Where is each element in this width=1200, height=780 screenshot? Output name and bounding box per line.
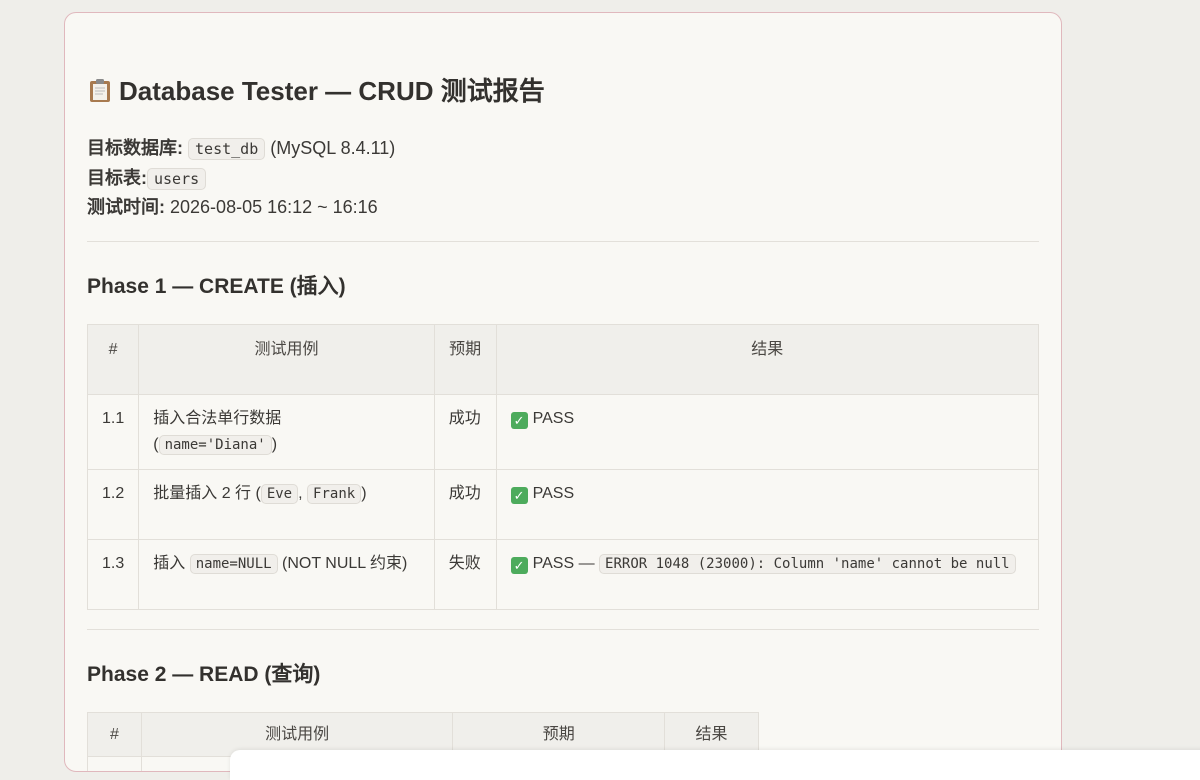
table-row: 1.2 批量插入 2 行 (Eve, Frank) 成功 ✓ PASS [86,468,1040,540]
row-num [87,755,142,771]
time-label: 测试时间: [87,197,165,217]
meta-table-line: 目标表: users [87,164,1039,194]
case-paren-close: ) [361,484,367,502]
case-text: 批量插入 2 行 ( [153,484,261,502]
table-row: 1.1 插入合法单行数据 (name='Diana') 成功 ✓ PASS [86,393,1040,470]
case-code: Frank [307,483,362,504]
header-result: 结果 [495,323,1040,395]
row-expected: 成功 [433,468,497,540]
check-icon: ✓ [510,486,528,504]
meta-db-line: 目标数据库: test_db (MySQL 8.4.11) [87,134,1039,164]
phase1-table: # 测试用例 预期 结果 1.1 插入合法单行数据 (name='Diana') … [86,323,1040,610]
table-name-code: users [147,167,207,190]
report-card: Database Tester — CRUD 测试报告 目标数据库: test_… [64,12,1062,772]
case-code: Eve [260,483,299,504]
header-case: 测试用例 [138,323,435,395]
meta-time-line: 测试时间: 2026-08-05 16:12 ~ 16:16 [87,193,1039,222]
case-text: 插入合法单行数据 [153,409,282,427]
row-case: 插入 name=NULL (NOT NULL 约束) [138,538,435,610]
check-icon: ✓ [510,411,528,429]
header-num: # [87,711,142,757]
report-meta: 目标数据库: test_db (MySQL 8.4.11) 目标表: users … [87,134,1039,222]
row-num: 1.3 [86,538,140,610]
row-expected: 成功 [433,393,497,470]
divider [87,240,1039,242]
header-num: # [86,323,140,395]
case-code: name='Diana' [158,434,272,455]
table-label: 目标表: [87,167,147,188]
result-text: PASS — [532,554,595,572]
row-case: 批量插入 2 行 (Eve, Frank) [138,468,435,540]
case-suffix: (NOT NULL 约束) [282,554,408,572]
case-paren-open: ( [153,435,159,453]
case-text: 插入 [153,554,186,572]
check-icon: ✓ [510,556,528,574]
table-header-row: # 测试用例 预期 结果 [86,323,1040,395]
row-num: 1.1 [86,393,140,470]
row-result: ✓ PASS — ERROR 1048 (23000): Column 'name… [495,538,1040,610]
row-result: ✓ PASS [495,393,1040,470]
result-text: PASS [532,409,575,427]
divider [87,628,1039,630]
row-case: 插入合法单行数据 (name='Diana') [138,393,435,470]
time-value: 2026-08-05 16:12 ~ 16:16 [170,197,378,217]
db-version: (MySQL 8.4.11) [270,138,396,158]
clipboard-icon [87,77,113,103]
db-label: 目标数据库: [87,138,183,158]
phase1-heading: Phase 1 — CREATE (插入) [87,274,346,298]
row-num: 1.2 [86,468,140,540]
result-text: PASS [532,484,575,502]
page-title: Database Tester — CRUD 测试报告 [87,71,1039,108]
case-sep: , [298,484,303,502]
case-paren-close: ) [271,435,278,453]
table-row: 1.3 插入 name=NULL (NOT NULL 约束) 失败 ✓ PASS … [86,538,1040,610]
header-expected: 预期 [433,323,497,395]
overlay-panel [230,750,1200,780]
case-code: name=NULL [189,553,278,574]
page-title-text: Database Tester — CRUD 测试报告 [119,76,545,106]
row-result: ✓ PASS [495,468,1040,540]
phase2-heading: Phase 2 — READ (查询) [87,662,321,686]
result-error-code: ERROR 1048 (23000): Column 'name' cannot… [599,553,1016,574]
db-name-code: test_db [188,138,266,160]
row-expected: 失败 [433,538,497,610]
